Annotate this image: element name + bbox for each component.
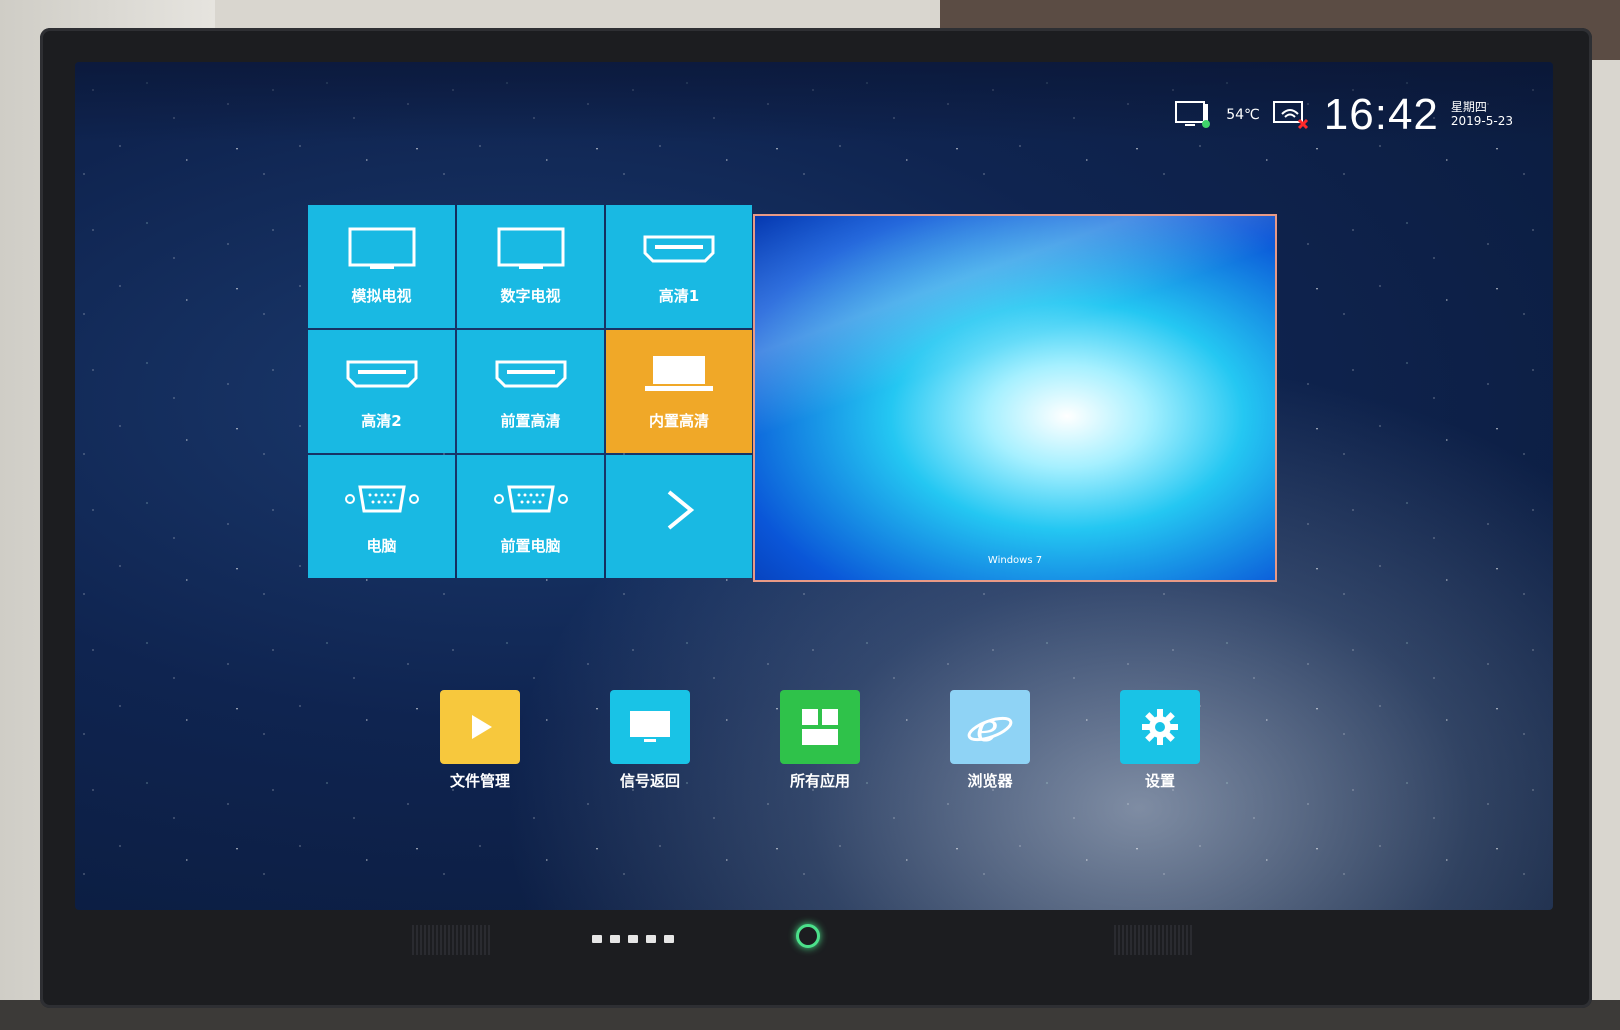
dock-item-all-apps[interactable]: 所有应用 xyxy=(770,690,870,791)
tile-label: 前置高清 xyxy=(500,412,561,430)
tile-label: 高清1 xyxy=(658,287,700,305)
vga-icon xyxy=(493,485,568,513)
dock-item-file-manager[interactable]: 文件管理 xyxy=(430,690,530,791)
dock-item-browser[interactable]: e 浏览器 xyxy=(940,690,1040,791)
dock-label: 所有应用 xyxy=(789,772,850,790)
status-area: 54℃ 16:42 星期四 2019-5-23 xyxy=(1174,90,1513,140)
date-block: 星期四 2019-5-23 xyxy=(1450,100,1513,129)
hdmi-port xyxy=(628,935,638,943)
chevron-right-icon xyxy=(667,489,695,530)
tv-icon xyxy=(348,227,415,269)
status-bar: 54℃ 16:42 星期四 2019-5-23 xyxy=(75,62,1553,142)
tile-builtin-hdmi[interactable]: 内置高清 xyxy=(606,330,752,453)
preview-streak xyxy=(755,216,1275,580)
power-button[interactable] xyxy=(796,924,820,948)
tile-more[interactable] xyxy=(606,455,752,578)
tile-pc[interactable]: 电脑 xyxy=(308,455,455,578)
file-manager-icon xyxy=(440,690,520,764)
thermometer-screen-icon xyxy=(1175,101,1211,128)
signal-return-icon xyxy=(610,690,690,764)
tile-label: 内置高清 xyxy=(648,412,709,430)
speaker-grille-left xyxy=(412,925,490,955)
date: 2019-5-23 xyxy=(1450,114,1513,128)
svg-text:e: e xyxy=(976,706,999,749)
weekday: 星期四 xyxy=(1450,100,1487,115)
hdmi-icon xyxy=(495,360,566,388)
tile-label: 数字电视 xyxy=(500,287,561,305)
speaker-grille-right xyxy=(1114,925,1192,955)
usb-port xyxy=(646,935,656,943)
tile-hdmi-2[interactable]: 高清2 xyxy=(308,330,455,453)
tile-label: 高清2 xyxy=(361,412,402,430)
browser-icon: e xyxy=(950,690,1030,764)
usb-port xyxy=(610,935,620,943)
signal-source-grid: 模拟电视 数字电视 高清1 高清2 前置高清 内置高清 电脑 前置电脑 xyxy=(308,205,752,578)
preview-caption: Windows 7 xyxy=(987,555,1043,566)
temperature-readout: 54℃ xyxy=(1226,107,1260,123)
vga-icon xyxy=(344,485,419,513)
usb-port xyxy=(592,935,602,943)
all-apps-icon xyxy=(780,690,860,764)
laptop-icon xyxy=(645,356,713,391)
dock-item-settings[interactable]: 设置 xyxy=(1110,690,1210,791)
dock-label: 浏览器 xyxy=(967,772,1013,790)
dock-label: 信号返回 xyxy=(619,772,680,790)
source-preview-window[interactable]: Windows 7 xyxy=(753,214,1277,582)
front-ports xyxy=(592,935,674,943)
tile-digital-tv[interactable]: 数字电视 xyxy=(457,205,604,328)
clock-time: 16:42 xyxy=(1323,90,1439,139)
tile-hdmi-1[interactable]: 高清1 xyxy=(606,205,752,328)
hdmi-icon xyxy=(643,235,715,263)
tile-front-hdmi[interactable]: 前置高清 xyxy=(457,330,604,453)
tile-label: 前置电脑 xyxy=(500,537,561,555)
tile-label: 电脑 xyxy=(366,537,397,555)
tile-front-pc[interactable]: 前置电脑 xyxy=(457,455,604,578)
tile-label: 模拟电视 xyxy=(351,287,412,305)
dock-label: 文件管理 xyxy=(449,772,510,790)
tv-icon xyxy=(497,227,564,269)
settings-icon xyxy=(1120,690,1200,764)
launcher-screen: 54℃ 16:42 星期四 2019-5-23 模拟电视 数字电视 高清1 高清… xyxy=(75,62,1553,910)
wifi-screen-disconnected-icon[interactable] xyxy=(1272,98,1312,132)
tile-analog-tv[interactable]: 模拟电视 xyxy=(308,205,455,328)
app-dock: 文件管理 信号返回 所有应用 e 浏览器 设置 xyxy=(430,690,1230,810)
usb-port xyxy=(664,935,674,943)
dock-label: 设置 xyxy=(1144,772,1175,790)
dock-item-signal-return[interactable]: 信号返回 xyxy=(600,690,700,791)
hdmi-icon xyxy=(346,360,417,388)
